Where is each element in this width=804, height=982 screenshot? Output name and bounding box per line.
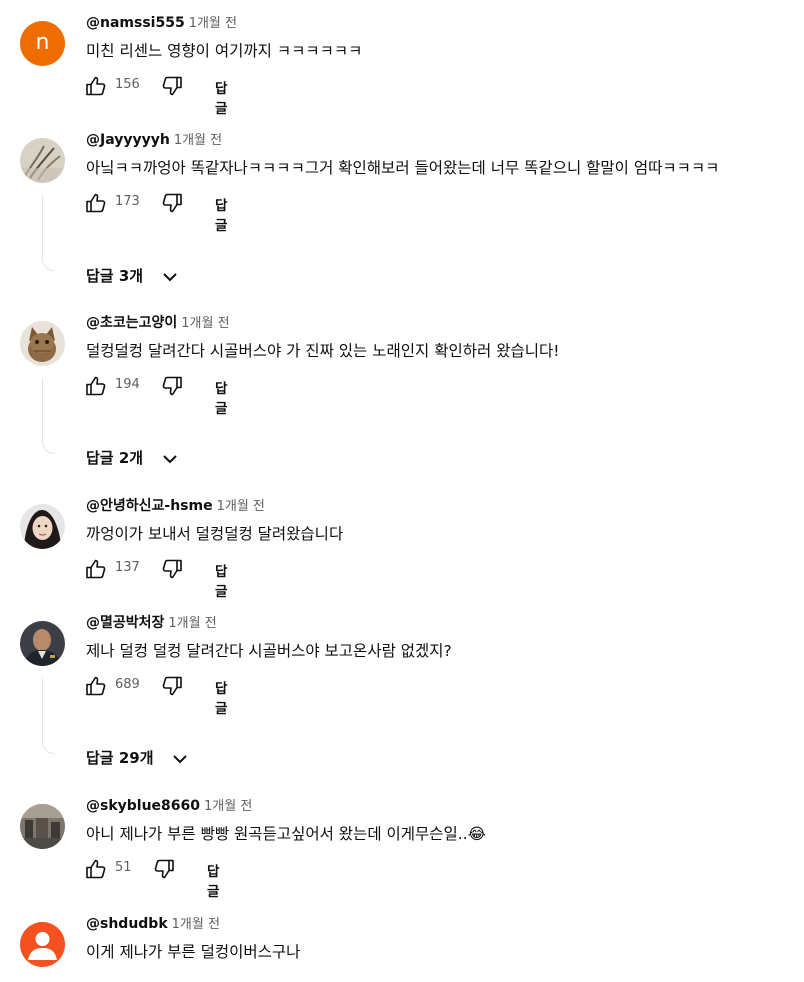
- comment-time[interactable]: 1개월 전: [174, 133, 222, 148]
- chevron-down-icon: [163, 455, 177, 464]
- comment-time[interactable]: 1개월 전: [189, 16, 237, 31]
- avatar[interactable]: n: [20, 21, 65, 66]
- chevron-down-icon: [173, 755, 187, 764]
- thumbs-down-icon[interactable]: [152, 857, 176, 881]
- comment-text: 미친 리센느 영향이 여기까지 ㅋㅋㅋㅋㅋㅋ: [86, 42, 363, 60]
- comment-time[interactable]: 1개월 전: [217, 499, 265, 514]
- thumbs-up-icon[interactable]: [84, 191, 108, 215]
- thumbs-down-icon[interactable]: [160, 374, 184, 398]
- reply-button[interactable]: 답글: [215, 560, 227, 600]
- comment-author[interactable]: @shdudbk: [86, 916, 168, 932]
- reply-button[interactable]: 답글: [207, 860, 219, 900]
- thread-line: [42, 195, 55, 271]
- thumbs-up-icon[interactable]: [84, 74, 108, 98]
- like-count: 689: [115, 677, 140, 692]
- avatar-image: [20, 621, 65, 666]
- default-avatar-icon: [28, 932, 57, 960]
- reply-button[interactable]: 답글: [215, 377, 227, 417]
- avatar[interactable]: [20, 321, 65, 366]
- comment-text: 까엉이가 보내서 덜컹덜컹 달려왔습니다: [86, 525, 344, 543]
- avatar-image: [20, 321, 65, 366]
- comment-author[interactable]: @초코는고양이: [86, 315, 177, 331]
- thumbs-up-icon[interactable]: [84, 674, 108, 698]
- comment-text: 아니 제나가 부른 빵빵 원곡듣고싶어서 왔는데 이게무슨일..😂: [86, 825, 486, 843]
- thumbs-down-icon[interactable]: [160, 74, 184, 98]
- avatar-image: [20, 138, 65, 183]
- chevron-down-icon: [163, 273, 177, 282]
- like-count: 51: [115, 860, 132, 875]
- comment-author[interactable]: @Jayyyyyh: [86, 132, 170, 148]
- like-count: 173: [115, 194, 140, 209]
- replies-count-label: 답글 2개: [86, 449, 144, 467]
- comment-author[interactable]: @안녕하신교-hsme: [86, 498, 213, 514]
- like-count: 156: [115, 77, 140, 92]
- avatar[interactable]: [20, 804, 65, 849]
- comment-author[interactable]: @skyblue8660: [86, 798, 200, 814]
- thumbs-up-icon[interactable]: [84, 374, 108, 398]
- like-count: 137: [115, 560, 140, 575]
- view-replies-button[interactable]: 답글 3개: [86, 265, 177, 289]
- view-replies-button[interactable]: 답글 29개: [86, 747, 187, 771]
- comment-author[interactable]: @namssi555: [86, 15, 185, 31]
- avatar[interactable]: [20, 504, 65, 549]
- comment-time[interactable]: 1개월 전: [204, 799, 252, 814]
- reply-button[interactable]: 답글: [215, 677, 227, 717]
- comment-text: 제나 덜컹 덜컹 달려간다 시골버스야 보고온사람 없겠지?: [86, 642, 452, 660]
- avatar[interactable]: [20, 922, 65, 967]
- avatar-image: [20, 804, 65, 849]
- thumbs-down-icon[interactable]: [160, 674, 184, 698]
- replies-count-label: 답글 3개: [86, 267, 144, 285]
- avatar[interactable]: [20, 138, 65, 183]
- thumbs-up-icon[interactable]: [84, 857, 108, 881]
- thumbs-up-icon[interactable]: [84, 557, 108, 581]
- avatar[interactable]: [20, 621, 65, 666]
- avatar-letter: n: [35, 30, 50, 55]
- thread-line: [42, 378, 55, 454]
- comment-text: 덜컹덜컹 달려간다 시골버스야 가 진짜 있는 노래인지 확인하러 왔습니다!: [86, 342, 560, 360]
- view-replies-button[interactable]: 답글 2개: [86, 447, 177, 471]
- avatar-image: [20, 504, 65, 549]
- comment-time[interactable]: 1개월 전: [172, 917, 220, 932]
- thumbs-down-icon[interactable]: [160, 557, 184, 581]
- comment-time[interactable]: 1개월 전: [181, 316, 229, 331]
- replies-count-label: 답글 29개: [86, 749, 154, 767]
- comment-text: 이게 제나가 부른 덜컹이버스구나: [86, 943, 301, 961]
- reply-button[interactable]: 답글: [215, 194, 227, 234]
- comment-author[interactable]: @멸공박처장: [86, 615, 164, 631]
- reply-button[interactable]: 답글: [215, 77, 227, 117]
- like-count: 194: [115, 377, 140, 392]
- thread-line: [42, 678, 55, 754]
- comment-time[interactable]: 1개월 전: [168, 616, 216, 631]
- comment-text: 아닠ㅋㅋ까엉아 똑같자나ㅋㅋㅋㅋ그거 확인해보러 들어왔는데 너무 똑같으니 할…: [86, 159, 720, 177]
- thumbs-down-icon[interactable]: [160, 191, 184, 215]
